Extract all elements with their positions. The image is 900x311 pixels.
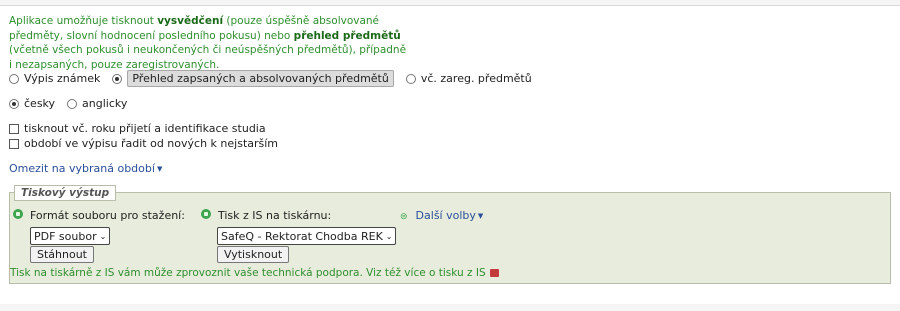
radio-cesky[interactable]: česky (9, 97, 55, 110)
print-button-label: Vytisknout (217, 246, 290, 263)
checkbox-label: tisknout vč. roku přijetí a identifikace… (24, 122, 266, 135)
language-group: česky anglicky (9, 97, 139, 110)
download-button-label: Stáhnout (30, 246, 94, 263)
format-select[interactable]: PDF soubor ⌄ (30, 227, 111, 245)
printer-label: Tisk z IS na tiskárnu: (218, 209, 332, 222)
report-type-group: Výpis známek Přehled zapsaných a absolvo… (9, 70, 544, 87)
download-icon (13, 209, 23, 219)
print-note-text: Tisk na tiskárně z IS vám může zprovozni… (10, 267, 486, 279)
printer-icon (201, 209, 211, 219)
print-note: Tisk na tiskárně z IS vám může zprovozni… (10, 267, 499, 279)
intro-text: Aplikace umožňuje tisknout vysvědčení (p… (9, 14, 409, 72)
format-label-row: Formát souboru pro stažení: (13, 209, 185, 222)
limit-periods-link[interactable]: Omezit na vybraná období ▼ (9, 162, 162, 175)
intro-bold-prehled: přehled předmětů (293, 29, 401, 42)
options-icon: ⊜ (400, 212, 408, 222)
checkbox-rok-prijeti[interactable]: tisknout vč. roku přijetí a identifikace… (9, 122, 266, 135)
printer-select-value: SafeQ - Rektorat Chodba REK (221, 229, 383, 243)
format-label: Formát souboru pro stažení: (30, 209, 185, 222)
chevron-down-icon: ⌄ (385, 231, 393, 241)
radio-label: Výpis známek (24, 72, 101, 85)
intro-part3: (včetně všech pokusů i neukončených či n… (9, 44, 407, 71)
print-button[interactable]: Vytisknout (217, 246, 290, 263)
radio-circle-selected[interactable] (112, 73, 123, 84)
checkbox-box[interactable] (9, 138, 19, 149)
output-fieldset: Tiskový výstup Formát souboru pro stažen… (9, 185, 891, 284)
checkbox-label: období ve výpisu řadit od nových k nejst… (24, 137, 279, 150)
intro-bold-vysvedceni: vysvědčení (157, 15, 224, 27)
radio-prehled-predmetu[interactable]: Přehled zapsaných a absolvovaných předmě… (112, 70, 394, 87)
radio-vc-zareg[interactable]: vč. zareg. předmětů (405, 72, 532, 85)
fieldset-legend: Tiskový výstup (14, 185, 117, 201)
radio-label: anglicky (82, 97, 128, 110)
radio-circle[interactable] (405, 73, 416, 84)
radio-circle[interactable] (67, 98, 78, 109)
radio-label: česky (24, 97, 56, 110)
more-options-link[interactable]: ⊜ Další volby ▼ (400, 209, 483, 222)
chevron-down-icon: ▼ (477, 212, 484, 220)
checkbox-radit-obdobi[interactable]: období ve výpisu řadit od nových k nejst… (9, 137, 278, 150)
radio-label-selected: Přehled zapsaných a absolvovaných předmě… (127, 70, 394, 87)
printer-label-row: Tisk z IS na tiskárnu: (201, 209, 331, 222)
limit-periods-label: Omezit na vybraná období (9, 162, 155, 175)
printer-select[interactable]: SafeQ - Rektorat Chodba REK ⌄ (217, 227, 397, 245)
chevron-down-icon: ▼ (156, 164, 163, 173)
radio-label: vč. zareg. předmětů (420, 72, 532, 85)
format-select-value: PDF soubor (34, 229, 97, 243)
more-options-label: Další volby (415, 209, 476, 222)
radio-anglicky[interactable]: anglicky (67, 97, 127, 110)
radio-circle-selected[interactable] (9, 98, 19, 109)
download-button[interactable]: Stáhnout (30, 246, 94, 263)
checkbox-box[interactable] (9, 123, 19, 134)
external-link-icon[interactable] (489, 269, 499, 277)
radio-circle[interactable] (9, 73, 19, 84)
intro-part1: Aplikace umožňuje tisknout (9, 15, 158, 27)
chevron-down-icon: ⌄ (99, 231, 107, 241)
radio-vypis-znamek[interactable]: Výpis známek (9, 72, 100, 85)
